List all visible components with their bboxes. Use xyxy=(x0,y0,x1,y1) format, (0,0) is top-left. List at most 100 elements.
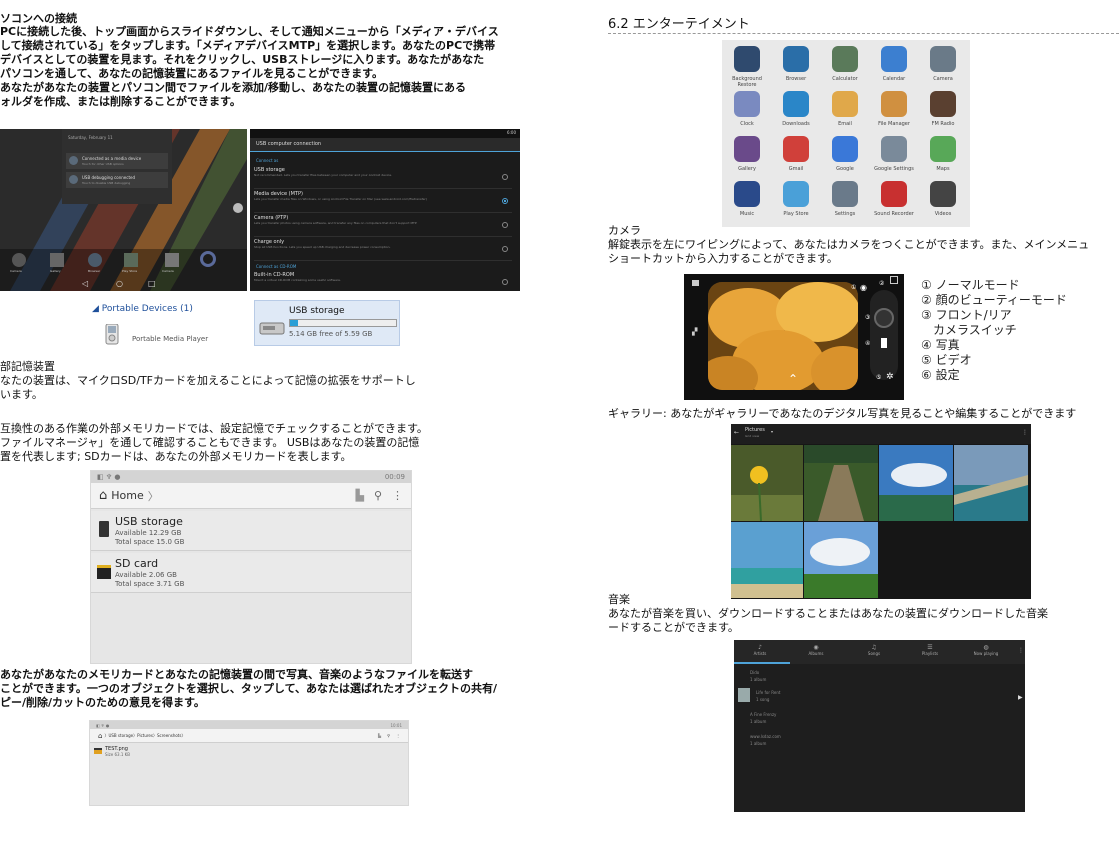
music-list-item[interactable]: A Fine Frenzy 1 album xyxy=(750,712,776,724)
app-calendar[interactable]: Calendar xyxy=(871,46,917,82)
search-icon[interactable]: ⚲ xyxy=(387,733,390,738)
app-file-manager[interactable]: File Manager xyxy=(871,91,917,127)
home-breadcrumb[interactable]: Home xyxy=(111,489,143,502)
app-maps[interactable]: Maps xyxy=(920,136,966,172)
bookmark-icon[interactable]: ▙ xyxy=(355,489,363,502)
back-icon[interactable]: ◁ xyxy=(82,279,88,288)
radio-button[interactable] xyxy=(502,279,508,285)
bookmark-icon[interactable]: ▙ xyxy=(378,733,381,738)
app-sound-recorder[interactable]: Sound Recorder xyxy=(871,181,917,217)
storage-free: 5.14 GB free of 5.59 GB xyxy=(289,330,373,338)
overflow-menu-icon[interactable]: ⋮ xyxy=(392,489,403,502)
file-size: Size 63.1 KB xyxy=(105,752,131,757)
app-browser[interactable]: Browser xyxy=(773,46,819,82)
portable-devices-header[interactable]: ◢ Portable Devices (1) xyxy=(92,304,193,314)
app-calculator[interactable]: Calculator xyxy=(822,46,868,82)
all-apps-icon[interactable] xyxy=(233,203,243,213)
app-music[interactable]: Music xyxy=(724,181,770,217)
app-google[interactable]: Google xyxy=(822,136,868,172)
radio-button[interactable] xyxy=(502,174,508,180)
app-gmail[interactable]: Gmail xyxy=(773,136,819,172)
dock-gallery-icon[interactable] xyxy=(50,253,64,267)
usb-storage-tile[interactable]: USB storage 5.14 GB free of 5.59 GB xyxy=(254,300,400,346)
app-background-restore[interactable]: Background Restore xyxy=(724,46,770,88)
app-clock[interactable]: Clock xyxy=(724,91,770,127)
music-list-item[interactable]: Life for Rent 1 song xyxy=(756,690,780,702)
dock-play-store-icon[interactable] xyxy=(124,253,138,267)
app-gallery[interactable]: Gallery xyxy=(724,136,770,172)
music-list-item[interactable]: www.lsdaz.com 1 album xyxy=(750,734,781,746)
breadcrumb-item[interactable]: Pictures xyxy=(137,733,153,738)
tab-songs[interactable]: ♫ Songs xyxy=(856,644,892,656)
camera-side-icon[interactable]: ▞ xyxy=(692,328,697,336)
storage-total: Total space 15.0 GB xyxy=(115,538,185,546)
pc-connection-paragraph: PCに接続した後、トップ画面からスライドダウンし、そして通知メニューから「メディ… xyxy=(0,25,499,109)
media-player-device[interactable]: Portable Media Player xyxy=(102,324,222,352)
file-manager-list-item[interactable]: USB storage Available 12.29 GB Total spa… xyxy=(91,511,411,551)
beauty-mode-icon[interactable]: ◉ xyxy=(860,283,867,292)
breadcrumb-item[interactable]: USB storage xyxy=(108,733,133,738)
overflow-menu-icon[interactable]: ⋮ xyxy=(1022,429,1028,436)
app-drawer-screenshot: Background Restore Browser Calculator Calen… xyxy=(722,40,970,227)
camera-switch-icon[interactable] xyxy=(890,276,898,284)
video-record-icon[interactable] xyxy=(881,338,887,348)
file-manager-list-item[interactable]: SD card Available 2.06 GB Total space 3.… xyxy=(91,553,411,593)
play-arrow-icon[interactable]: ▶ xyxy=(1018,694,1023,701)
status-bar: ◧ ♆ ● 10:01 xyxy=(90,721,408,729)
status-icons: ◧ ♆ ● xyxy=(96,722,110,728)
shutter-button[interactable] xyxy=(874,308,894,328)
search-icon[interactable]: ⚲ xyxy=(374,489,382,502)
dock-camera2-icon[interactable] xyxy=(165,253,179,267)
dock-camera-circle-icon[interactable] xyxy=(200,251,216,267)
home-icon[interactable]: ⌂ xyxy=(98,732,102,740)
settings-gear-icon[interactable]: ✲ xyxy=(886,372,894,382)
back-arrow-icon[interactable]: ← xyxy=(734,429,739,436)
music-list-item[interactable]: Dido 1 album xyxy=(750,670,766,682)
notification-media-device[interactable]: Connected as a media device Touch for ot… xyxy=(66,153,168,169)
tab-now-playing[interactable]: ◍ Now playing xyxy=(968,644,1004,656)
paragraph-line: 置を代表します; SDカードは、あなたの外部メモリカードを表します。 xyxy=(0,450,352,463)
radio-button-selected[interactable] xyxy=(502,198,508,204)
option-cd-rom[interactable]: Built-in CD-ROM Mount a virtual CD-ROM c… xyxy=(254,272,512,294)
overflow-menu-icon[interactable]: ⋮ xyxy=(396,733,400,738)
radio-button[interactable] xyxy=(502,246,508,252)
app-label: Calendar xyxy=(882,76,906,82)
option-charge-only[interactable]: Charge only Stop all USB functions. Lets… xyxy=(254,239,512,261)
tab-albums[interactable]: ◉ Albums xyxy=(798,644,834,656)
home-icon[interactable]: ○ xyxy=(116,279,123,288)
usb-icon xyxy=(69,156,78,165)
dropdown-icon[interactable]: ▾ xyxy=(771,429,773,434)
overflow-menu-icon[interactable]: ⋮ xyxy=(1018,647,1024,654)
sound-recorder-icon xyxy=(881,181,907,207)
camera-mode-icon[interactable] xyxy=(692,280,699,286)
app-videos[interactable]: Videos xyxy=(920,181,966,217)
recents-icon[interactable]: □ xyxy=(148,279,156,288)
file-list-item[interactable]: TEST.png Size 63.1 KB xyxy=(90,745,408,759)
item-name: Dido xyxy=(750,670,760,675)
album-icon: ◉ xyxy=(813,644,819,651)
app-fm-radio[interactable]: FM Radio xyxy=(920,91,966,127)
radio-button[interactable] xyxy=(502,222,508,228)
option-media-device[interactable]: Media device (MTP) Lets you transfer med… xyxy=(254,191,512,213)
legend-photo: ④ 写真 xyxy=(921,338,960,352)
usb-connection-settings-screenshot: 6:00 USB computer connection Connect as … xyxy=(250,129,520,291)
app-downloads[interactable]: Downloads xyxy=(773,91,819,127)
app-settings[interactable]: Settings xyxy=(822,181,868,217)
tab-artists[interactable]: ♪ Artists xyxy=(742,644,778,656)
option-camera-ptp[interactable]: Camera (PTP) Lets you transfer photos us… xyxy=(254,215,512,237)
notification-usb-debugging[interactable]: USB debugging connected Touch to disable… xyxy=(66,172,168,188)
chevron-up-icon[interactable]: ⌃ xyxy=(788,372,798,386)
app-google-settings[interactable]: Google Settings xyxy=(871,136,917,172)
app-email[interactable]: Email xyxy=(822,91,868,127)
dock-browser-icon[interactable] xyxy=(88,253,102,267)
home-icon[interactable]: ⌂ xyxy=(99,488,107,503)
pc-connection-heading: ソコンへの接続 xyxy=(0,12,77,25)
option-usb-storage[interactable]: USB storage Not recommended. Lets you tr… xyxy=(254,167,512,189)
dock-camera-icon[interactable] xyxy=(12,253,26,267)
storage-name: SD card xyxy=(115,557,159,570)
breadcrumb-item[interactable]: Screenshots xyxy=(157,733,181,738)
app-camera[interactable]: Camera xyxy=(920,46,966,82)
tab-playlists[interactable]: ☰ Playlists xyxy=(912,644,948,656)
app-play-store[interactable]: Play Store xyxy=(773,181,819,217)
dock: Camera Gallery Browser Play Store Camera… xyxy=(0,249,247,291)
